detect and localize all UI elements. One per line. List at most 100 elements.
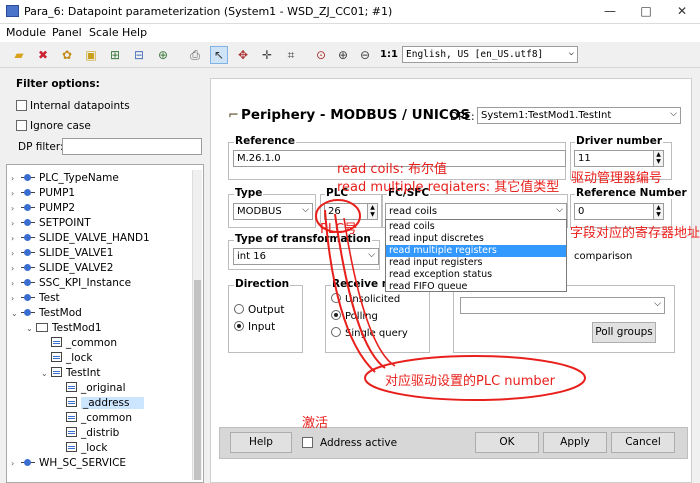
tree-item[interactable]: › SLIDE_VALVE_HAND1	[11, 231, 150, 246]
transformation-select[interactable]: int 16 ⌵	[233, 248, 379, 265]
dropdown-option[interactable]: read coils	[386, 221, 566, 233]
tree-item[interactable]: › WH_SC_SERVICE	[11, 456, 126, 471]
dropdown-option[interactable]: read input registers	[386, 257, 566, 269]
tree-item[interactable]: _common	[56, 411, 132, 426]
language-select[interactable]: English, US [en_US.utf8] ⌵	[402, 46, 578, 63]
tree-item[interactable]: _distrib	[56, 426, 119, 441]
tree-item[interactable]: _original	[56, 381, 126, 396]
collapse-icon[interactable]: ⌄	[26, 321, 36, 336]
expand-icon[interactable]: ›	[11, 216, 21, 231]
datapoint-tree[interactable]: › PLC_TypeName › PUMP1 › PUMP2 › SETPOINT › SLIDE…	[6, 164, 204, 483]
type-select[interactable]: MODBUS ⌵	[233, 203, 313, 220]
input-radio[interactable]	[234, 321, 244, 331]
crop-icon[interactable]: ⌗	[282, 46, 300, 64]
stop-icon[interactable]: ✖	[34, 46, 52, 64]
expand-icon[interactable]: ›	[11, 171, 21, 186]
scrollbar-thumb[interactable]	[194, 280, 201, 480]
dropdown-option[interactable]: read input discretes	[386, 233, 566, 245]
move-icon[interactable]: ✛	[258, 46, 276, 64]
expand-icon[interactable]: ›	[11, 261, 21, 276]
unsolicited-option[interactable]: Unsolicited	[331, 293, 400, 305]
network-icon[interactable]: ⊟	[130, 46, 148, 64]
tree-item[interactable]: _lock	[41, 351, 92, 366]
title-bar: Para_6: Datapoint parameterization (Syst…	[0, 0, 700, 24]
zoom-out-icon[interactable]: ⊖	[356, 46, 374, 64]
tree-item[interactable]: _lock	[56, 441, 107, 456]
expand-icon[interactable]: ›	[11, 276, 21, 291]
menu-panel[interactable]: Panel	[52, 26, 82, 39]
tree-item[interactable]: › Test	[11, 291, 60, 306]
menu-scale[interactable]: Scale	[89, 26, 119, 39]
help-button[interactable]: Help	[230, 432, 292, 453]
dropdown-option[interactable]: read multiple registers	[386, 245, 566, 257]
fcsfc-select[interactable]: read coils ⌵	[385, 203, 567, 220]
tree-item[interactable]: ⌄ TestMod1	[26, 321, 102, 336]
collapse-icon[interactable]: ⌄	[11, 306, 21, 321]
internal-datapoints-checkbox[interactable]	[16, 100, 27, 111]
pan-icon[interactable]: ✥	[234, 46, 252, 64]
dropdown-option[interactable]: read FIFO queue	[386, 281, 566, 293]
polling-option[interactable]: Polling	[331, 310, 378, 322]
apply-button[interactable]: Apply	[543, 432, 607, 453]
dp-filter-input[interactable]	[62, 138, 202, 155]
single-query-radio[interactable]	[331, 327, 341, 337]
menu-help[interactable]: Help	[122, 26, 147, 39]
zoom-fit-icon[interactable]: ⊙	[312, 46, 330, 64]
close-button[interactable]: ✕	[664, 0, 700, 24]
tree-item[interactable]: › SLIDE_VALVE2	[11, 261, 113, 276]
driver-number-input[interactable]: 11 ▲ ▼	[574, 150, 664, 167]
tree-item[interactable]: _address	[56, 396, 144, 411]
expand-icon[interactable]: ›	[11, 186, 21, 201]
polling-radio[interactable]	[331, 310, 341, 320]
output-radio[interactable]	[234, 304, 244, 314]
input-option[interactable]: Input	[234, 321, 275, 333]
scale-1to1[interactable]: 1:1	[380, 49, 398, 60]
tree-item[interactable]: › SSC_KPI_Instance	[11, 276, 131, 291]
address-active-option[interactable]: Address active	[302, 437, 397, 449]
spin-arrows-icon[interactable]: ▲ ▼	[367, 204, 377, 219]
spin-arrows-icon[interactable]: ▲ ▼	[653, 204, 663, 219]
collapse-icon[interactable]: ⌄	[41, 366, 51, 381]
reference-number-input[interactable]: 0 ▲ ▼	[574, 203, 664, 220]
address-active-checkbox[interactable]	[302, 437, 313, 448]
internal-datapoints-option[interactable]: Internal datapoints	[16, 100, 130, 112]
poll-groups-button[interactable]: Poll groups	[592, 322, 656, 343]
minimize-button[interactable]: —	[592, 0, 628, 24]
select-pointer-icon[interactable]: ↖	[210, 46, 228, 64]
expand-icon[interactable]: ›	[11, 246, 21, 261]
zoom-in-icon[interactable]: ⊕	[334, 46, 352, 64]
open-folder-icon[interactable]: ▰	[10, 46, 28, 64]
output-option[interactable]: Output	[234, 304, 284, 316]
dropdown-option[interactable]: read exception status	[386, 269, 566, 281]
maximize-button[interactable]: □	[628, 0, 664, 24]
single-query-option[interactable]: Single query	[331, 327, 408, 339]
tree-item[interactable]: › PLC_TypeName	[11, 171, 119, 186]
folder-icon[interactable]: ▣	[82, 46, 100, 64]
tree-item[interactable]: ⌄ TestInt	[41, 366, 101, 381]
ok-button[interactable]: OK	[475, 432, 539, 453]
expand-icon[interactable]: ›	[11, 456, 21, 471]
tree-item[interactable]: › PUMP2	[11, 201, 75, 216]
print-icon[interactable]: ⎙	[186, 46, 204, 64]
poll-group-select[interactable]: ⌵	[460, 297, 665, 314]
tree-scrollbar[interactable]	[192, 170, 202, 480]
settings-icon[interactable]: ✿	[58, 46, 76, 64]
fcsfc-dropdown-list[interactable]: read coils read input discretes read multi…	[385, 219, 567, 292]
tree-item[interactable]: ⌄ TestMod	[11, 306, 82, 321]
expand-icon[interactable]: ›	[11, 231, 21, 246]
spin-arrows-icon[interactable]: ▲ ▼	[653, 151, 663, 166]
unsolicited-radio[interactable]	[331, 293, 341, 303]
cancel-button[interactable]: Cancel	[611, 432, 675, 453]
tree-item[interactable]: › SETPOINT	[11, 216, 91, 231]
tree-item[interactable]: › SLIDE_VALVE1	[11, 246, 113, 261]
expand-icon[interactable]: ›	[11, 201, 21, 216]
hierarchy-icon[interactable]: ⊕	[154, 46, 172, 64]
menu-module[interactable]: Module	[6, 26, 46, 39]
tree-item[interactable]: _common	[41, 336, 117, 351]
tree-icon[interactable]: ⊞	[106, 46, 124, 64]
ignore-case-checkbox[interactable]	[16, 120, 27, 131]
ignore-case-option[interactable]: Ignore case	[16, 120, 91, 132]
tree-item[interactable]: › PUMP1	[11, 186, 75, 201]
expand-icon[interactable]: ›	[11, 291, 21, 306]
dpe-select[interactable]: System1:TestMod1.TestInt ⌵	[477, 107, 681, 124]
